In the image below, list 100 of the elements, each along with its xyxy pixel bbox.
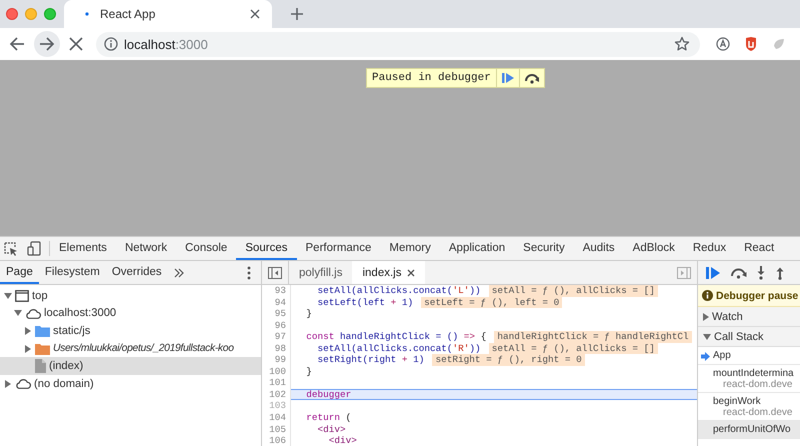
code-line: setRight(right + 1) xyxy=(316,354,424,366)
paused-message: Paused in debugger xyxy=(371,71,492,86)
code-line: } xyxy=(305,366,312,378)
close-icon[interactable] xyxy=(250,9,260,19)
tree-item[interactable]: Users/mluukkai/opetus/_2019fullstack-koo xyxy=(0,340,261,358)
address-bar[interactable]: localhost:3000 xyxy=(96,32,700,56)
code-line: debugger xyxy=(305,388,352,400)
inline-value: setRight = ƒ (), right = 0 xyxy=(432,354,585,366)
shield-icon[interactable] xyxy=(744,36,758,52)
step-out-icon[interactable] xyxy=(775,266,785,280)
tree-item[interactable]: localhost:3000 xyxy=(0,304,261,322)
line-number[interactable]: 100 xyxy=(262,366,291,378)
call-stack-frame[interactable]: performUnitOfWo xyxy=(698,421,800,439)
tree-item[interactable]: top xyxy=(0,287,261,305)
devtools-tab[interactable]: AdBlock xyxy=(624,237,684,260)
code-line: setLeft(left + 1) xyxy=(316,296,414,308)
line-number[interactable]: 97 xyxy=(262,331,291,343)
devtools-tab[interactable]: Redux xyxy=(684,237,736,260)
info-icon xyxy=(104,37,118,51)
more-tabs-icon[interactable] xyxy=(174,268,184,278)
tree-label: static/js xyxy=(53,324,90,337)
code-line: <div> xyxy=(316,424,346,436)
cloud-icon xyxy=(15,378,31,390)
devtools-tab[interactable]: Console xyxy=(176,237,236,260)
file-tab[interactable]: polyfill.js xyxy=(289,261,352,284)
forward-icon xyxy=(38,35,56,53)
step-into-icon[interactable] xyxy=(756,266,766,280)
stop-icon[interactable] xyxy=(68,36,84,52)
close-icon[interactable] xyxy=(407,268,416,276)
expanded-arrow-icon[interactable] xyxy=(4,292,12,299)
more-options-icon[interactable] xyxy=(247,266,251,280)
loading-icon xyxy=(84,11,90,17)
code-line: return ( xyxy=(305,412,352,424)
section-header[interactable]: Watch xyxy=(698,307,800,327)
url-host: localhost xyxy=(124,36,176,52)
extension-icon[interactable] xyxy=(716,37,730,51)
inspect-icon[interactable] xyxy=(4,242,18,256)
tree-label: (no domain) xyxy=(34,378,94,390)
devtools-tab[interactable]: Memory xyxy=(380,237,440,260)
sidebar-toggle-icon[interactable] xyxy=(677,266,691,278)
devtools-tab[interactable]: Application xyxy=(440,237,514,260)
code-line: setAll(allClicks.concat('L')) xyxy=(316,285,481,297)
tree-item[interactable]: (index) xyxy=(0,357,261,375)
resume-icon[interactable] xyxy=(705,266,721,280)
line-number[interactable]: 94 xyxy=(262,296,291,308)
section-header[interactable]: Call Stack xyxy=(698,327,800,347)
devtools-tab[interactable]: Audits xyxy=(574,237,624,260)
step-over-icon[interactable] xyxy=(730,266,747,278)
line-number[interactable]: 98 xyxy=(262,342,291,354)
tree-item[interactable]: (no domain) xyxy=(0,374,261,393)
frame-icon xyxy=(15,290,29,302)
file-icon xyxy=(35,359,46,374)
devtools-tab[interactable]: Network xyxy=(116,237,176,260)
navigator-tab[interactable]: Page xyxy=(0,261,39,284)
line-number[interactable]: 105 xyxy=(262,424,291,436)
window-close-button[interactable] xyxy=(6,8,18,20)
code-line: const handleRightClick = () => { xyxy=(305,331,486,343)
tree-label: Users/mluukkai/opetus/_2019fullstack-koo xyxy=(53,343,234,354)
browser-tab[interactable]: React App xyxy=(64,0,272,28)
device-icon[interactable] xyxy=(27,241,41,256)
url-port: :3000 xyxy=(175,36,208,52)
collapsed-arrow-icon[interactable] xyxy=(24,326,30,335)
new-tab-icon[interactable] xyxy=(290,7,304,21)
inline-value: handleRightClick = ƒ handleRightCl xyxy=(494,331,692,343)
function-name: App xyxy=(713,350,732,361)
navigator-tab[interactable]: Overrides xyxy=(106,261,168,284)
tree-label: top xyxy=(32,290,48,302)
devtools-tab[interactable]: Security xyxy=(514,237,574,260)
function-name: beginWork xyxy=(713,396,761,406)
resume-icon xyxy=(500,72,515,84)
call-stack-frame[interactable]: App xyxy=(698,347,800,365)
paused-status: Debugger pause xyxy=(698,285,800,307)
line-number[interactable]: 99 xyxy=(262,354,291,366)
line-number[interactable]: 95 xyxy=(262,308,291,320)
inline-value: setAll = ƒ (), allClicks = [] xyxy=(488,285,658,297)
tree-item[interactable]: static/js xyxy=(0,322,261,340)
line-number[interactable]: 101 xyxy=(262,377,291,389)
devtools-tab[interactable]: Performance xyxy=(296,237,380,260)
navigator-toggle-icon[interactable] xyxy=(268,266,282,278)
navigator-tab[interactable]: Filesystem xyxy=(38,261,106,284)
step-over-icon xyxy=(524,72,540,84)
file-tab[interactable]: index.js xyxy=(352,261,426,284)
collapsed-arrow-icon[interactable] xyxy=(24,344,30,353)
source-location: react-dom.deve xyxy=(723,406,794,418)
line-number[interactable]: 96 xyxy=(262,320,291,332)
collapsed-arrow-icon[interactable] xyxy=(4,380,10,388)
forward-button[interactable] xyxy=(34,31,60,57)
call-stack-frame[interactable]: mountIndetermina react-dom.deve xyxy=(698,365,800,393)
line-number[interactable]: 104 xyxy=(262,412,291,424)
code-line: <div> xyxy=(328,435,357,446)
devtools-tab[interactable]: React xyxy=(735,237,784,260)
expanded-arrow-icon[interactable] xyxy=(14,310,22,316)
star-icon[interactable] xyxy=(674,36,690,52)
back-icon[interactable] xyxy=(8,35,26,53)
devtools-tab[interactable]: Elements xyxy=(50,237,116,260)
line-number[interactable]: 106 xyxy=(262,435,291,446)
line-number[interactable]: 93 xyxy=(262,285,291,297)
code-line: } xyxy=(305,308,312,320)
cloud-icon xyxy=(25,308,41,319)
code-line: setAll(allClicks.concat('R')) xyxy=(316,342,481,354)
